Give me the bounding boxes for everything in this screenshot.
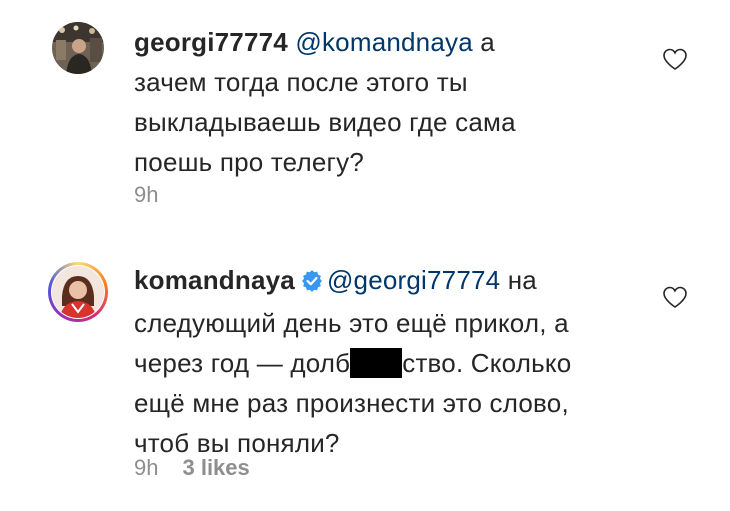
comment-meta: 9h [134,182,158,208]
comment-text-line: зачем тогда после этого ты [134,67,468,97]
verified-badge-icon [301,263,323,303]
comment-body: komandnaya @georgi77774 на следующий день… [134,260,634,463]
avatar[interactable] [52,22,104,74]
comment-mention[interactable]: @georgi77774 [327,265,500,295]
story-ring[interactable] [48,262,108,322]
likes-count[interactable]: 3 likes [182,455,249,480]
comment-body: georgi77774 @komandnaya а зачем тогда по… [134,22,634,182]
comment-time[interactable]: 9h [134,182,158,207]
comment-text-line: ещё мне раз произнести это слово, [134,388,569,418]
comment-text-line: выкладываешь видео где сама [134,107,516,137]
comment-text-line: а [472,27,495,57]
redaction-box [350,348,403,378]
comment-text-line: поешь про телегу? [134,147,365,177]
comment-username[interactable]: komandnaya [134,265,295,295]
comment-text-line: следующий день это ещё прикол, а [134,308,569,338]
comment-text-part: через год — долб [134,348,351,378]
comment-text-line: на [500,265,537,295]
comment-username[interactable]: georgi77774 [134,27,288,57]
comment-meta: 9h 3 likes [134,455,250,481]
avatar[interactable] [52,266,104,318]
heart-outline-icon[interactable] [662,47,688,71]
comment-time[interactable]: 9h [134,455,158,480]
comment-mention[interactable]: @komandnaya [295,27,472,57]
heart-outline-icon[interactable] [662,285,688,309]
comment-text-part: ство. Сколько [402,348,572,378]
